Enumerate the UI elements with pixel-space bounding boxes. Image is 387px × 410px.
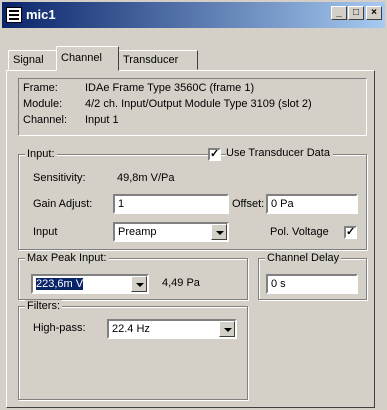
- minimize-button[interactable]: _: [331, 6, 347, 20]
- frame-label: Frame:: [23, 82, 58, 94]
- highpass-value: 22.4 Hz: [112, 323, 150, 335]
- app-icon: [6, 7, 22, 23]
- use-transducer-checkbox[interactable]: ✓: [208, 148, 221, 161]
- chevron-down-icon[interactable]: [131, 276, 147, 292]
- max-peak-readout: 4,49 Pa: [162, 277, 200, 289]
- channel-delay-field[interactable]: 0 s: [266, 274, 358, 294]
- chevron-down-icon[interactable]: [219, 321, 235, 337]
- pol-voltage-label[interactable]: Pol. Voltage: [270, 226, 329, 238]
- max-peak-title: Max Peak Input:: [25, 252, 109, 264]
- use-transducer-label[interactable]: Use Transducer Data: [226, 147, 333, 159]
- tab-signal[interactable]: Signal: [8, 50, 58, 70]
- close-button[interactable]: ×: [366, 6, 382, 20]
- max-peak-select[interactable]: 223,6m V: [31, 274, 149, 294]
- input-select[interactable]: Preamp: [113, 222, 229, 242]
- highpass-select[interactable]: 22.4 Hz: [107, 319, 237, 339]
- channel-delay-title: Channel Delay: [265, 252, 342, 264]
- module-label: Module:: [23, 98, 63, 110]
- channel-label: Channel:: [23, 114, 68, 126]
- sensitivity-value: 49,8m V/Pa: [117, 172, 175, 184]
- input-group-title: Input:: [25, 148, 57, 160]
- filters-title: Filters:: [25, 300, 62, 312]
- input-select-value: Preamp: [118, 226, 157, 238]
- chevron-down-icon[interactable]: [211, 224, 227, 240]
- window-title: mic1: [26, 7, 56, 22]
- tab-channel[interactable]: Channel: [56, 46, 119, 71]
- title-bar[interactable]: mic1 _ □ ×: [2, 2, 385, 28]
- channel-info-box: Frame: IDAe Frame Type 3560C (frame 1) M…: [18, 78, 367, 136]
- gain-adjust-label: Gain Adjust:: [33, 198, 93, 210]
- tab-transducer[interactable]: Transducer: [118, 50, 198, 70]
- gain-adjust-field[interactable]: 1: [113, 194, 229, 214]
- offset-label: Offset:: [232, 198, 265, 210]
- pol-voltage-checkbox[interactable]: ✓: [344, 226, 357, 239]
- max-peak-value: 223,6m V: [36, 278, 84, 290]
- input-select-label: Input: [33, 226, 58, 238]
- offset-field[interactable]: 0 Pa: [266, 194, 358, 214]
- maximize-button[interactable]: □: [348, 6, 364, 20]
- sensitivity-label: Sensitivity:: [33, 172, 86, 184]
- frame-value: IDAe Frame Type 3560C (frame 1): [85, 82, 255, 94]
- highpass-label: High-pass:: [33, 322, 86, 334]
- channel-value: Input 1: [85, 114, 119, 126]
- module-value: 4/2 ch. Input/Output Module Type 3109 (s…: [85, 98, 312, 110]
- dialog-window: mic1 _ □ × Signal Channel Transducer Fra…: [0, 0, 387, 410]
